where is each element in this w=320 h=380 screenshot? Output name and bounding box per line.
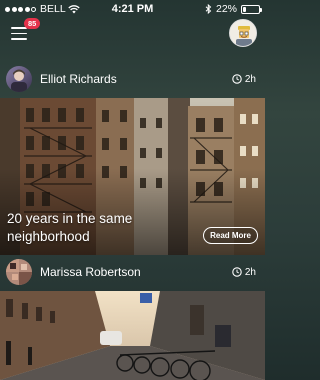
battery-fill <box>243 6 247 12</box>
author-avatar[interactable] <box>6 259 32 285</box>
post-header[interactable]: Marissa Robertson 2h <box>0 254 265 290</box>
post-timestamp: 2h <box>232 267 256 278</box>
author-avatar[interactable] <box>6 66 32 92</box>
post-caption-line-1: 20 years in the same <box>7 211 133 226</box>
post-caption: 20 years in the same neighborhood <box>7 210 132 246</box>
profile-avatar-image <box>230 20 256 46</box>
clock-icon <box>232 74 242 84</box>
battery-percent: 22% <box>215 3 237 15</box>
clock-icon <box>232 267 242 277</box>
battery-icon <box>241 4 262 14</box>
status-bar-right: 22% <box>205 3 262 15</box>
status-bar: BELL 4:21 PM 22% <box>0 0 265 18</box>
read-more-button[interactable]: Read More <box>203 227 258 244</box>
notification-badge: 85 <box>24 18 41 29</box>
profile-avatar[interactable] <box>229 19 257 47</box>
author-name[interactable]: Marissa Robertson <box>40 265 141 279</box>
hamburger-menu-icon[interactable] <box>11 27 27 41</box>
street-photo <box>0 291 265 380</box>
post-header[interactable]: Elliot Richards 2h <box>0 61 265 97</box>
post-timestamp: 2h <box>232 74 256 85</box>
post-time-label: 2h <box>244 266 256 278</box>
post-photo[interactable] <box>0 291 265 380</box>
post-time-label: 2h <box>244 73 256 85</box>
post-caption-line-2: neighborhood <box>7 229 90 244</box>
post-photo[interactable]: 20 years in the same neighborhood Read M… <box>0 98 265 255</box>
author-name[interactable]: Elliot Richards <box>40 72 117 86</box>
bluetooth-icon <box>205 4 212 14</box>
top-nav: 85 <box>0 18 265 58</box>
